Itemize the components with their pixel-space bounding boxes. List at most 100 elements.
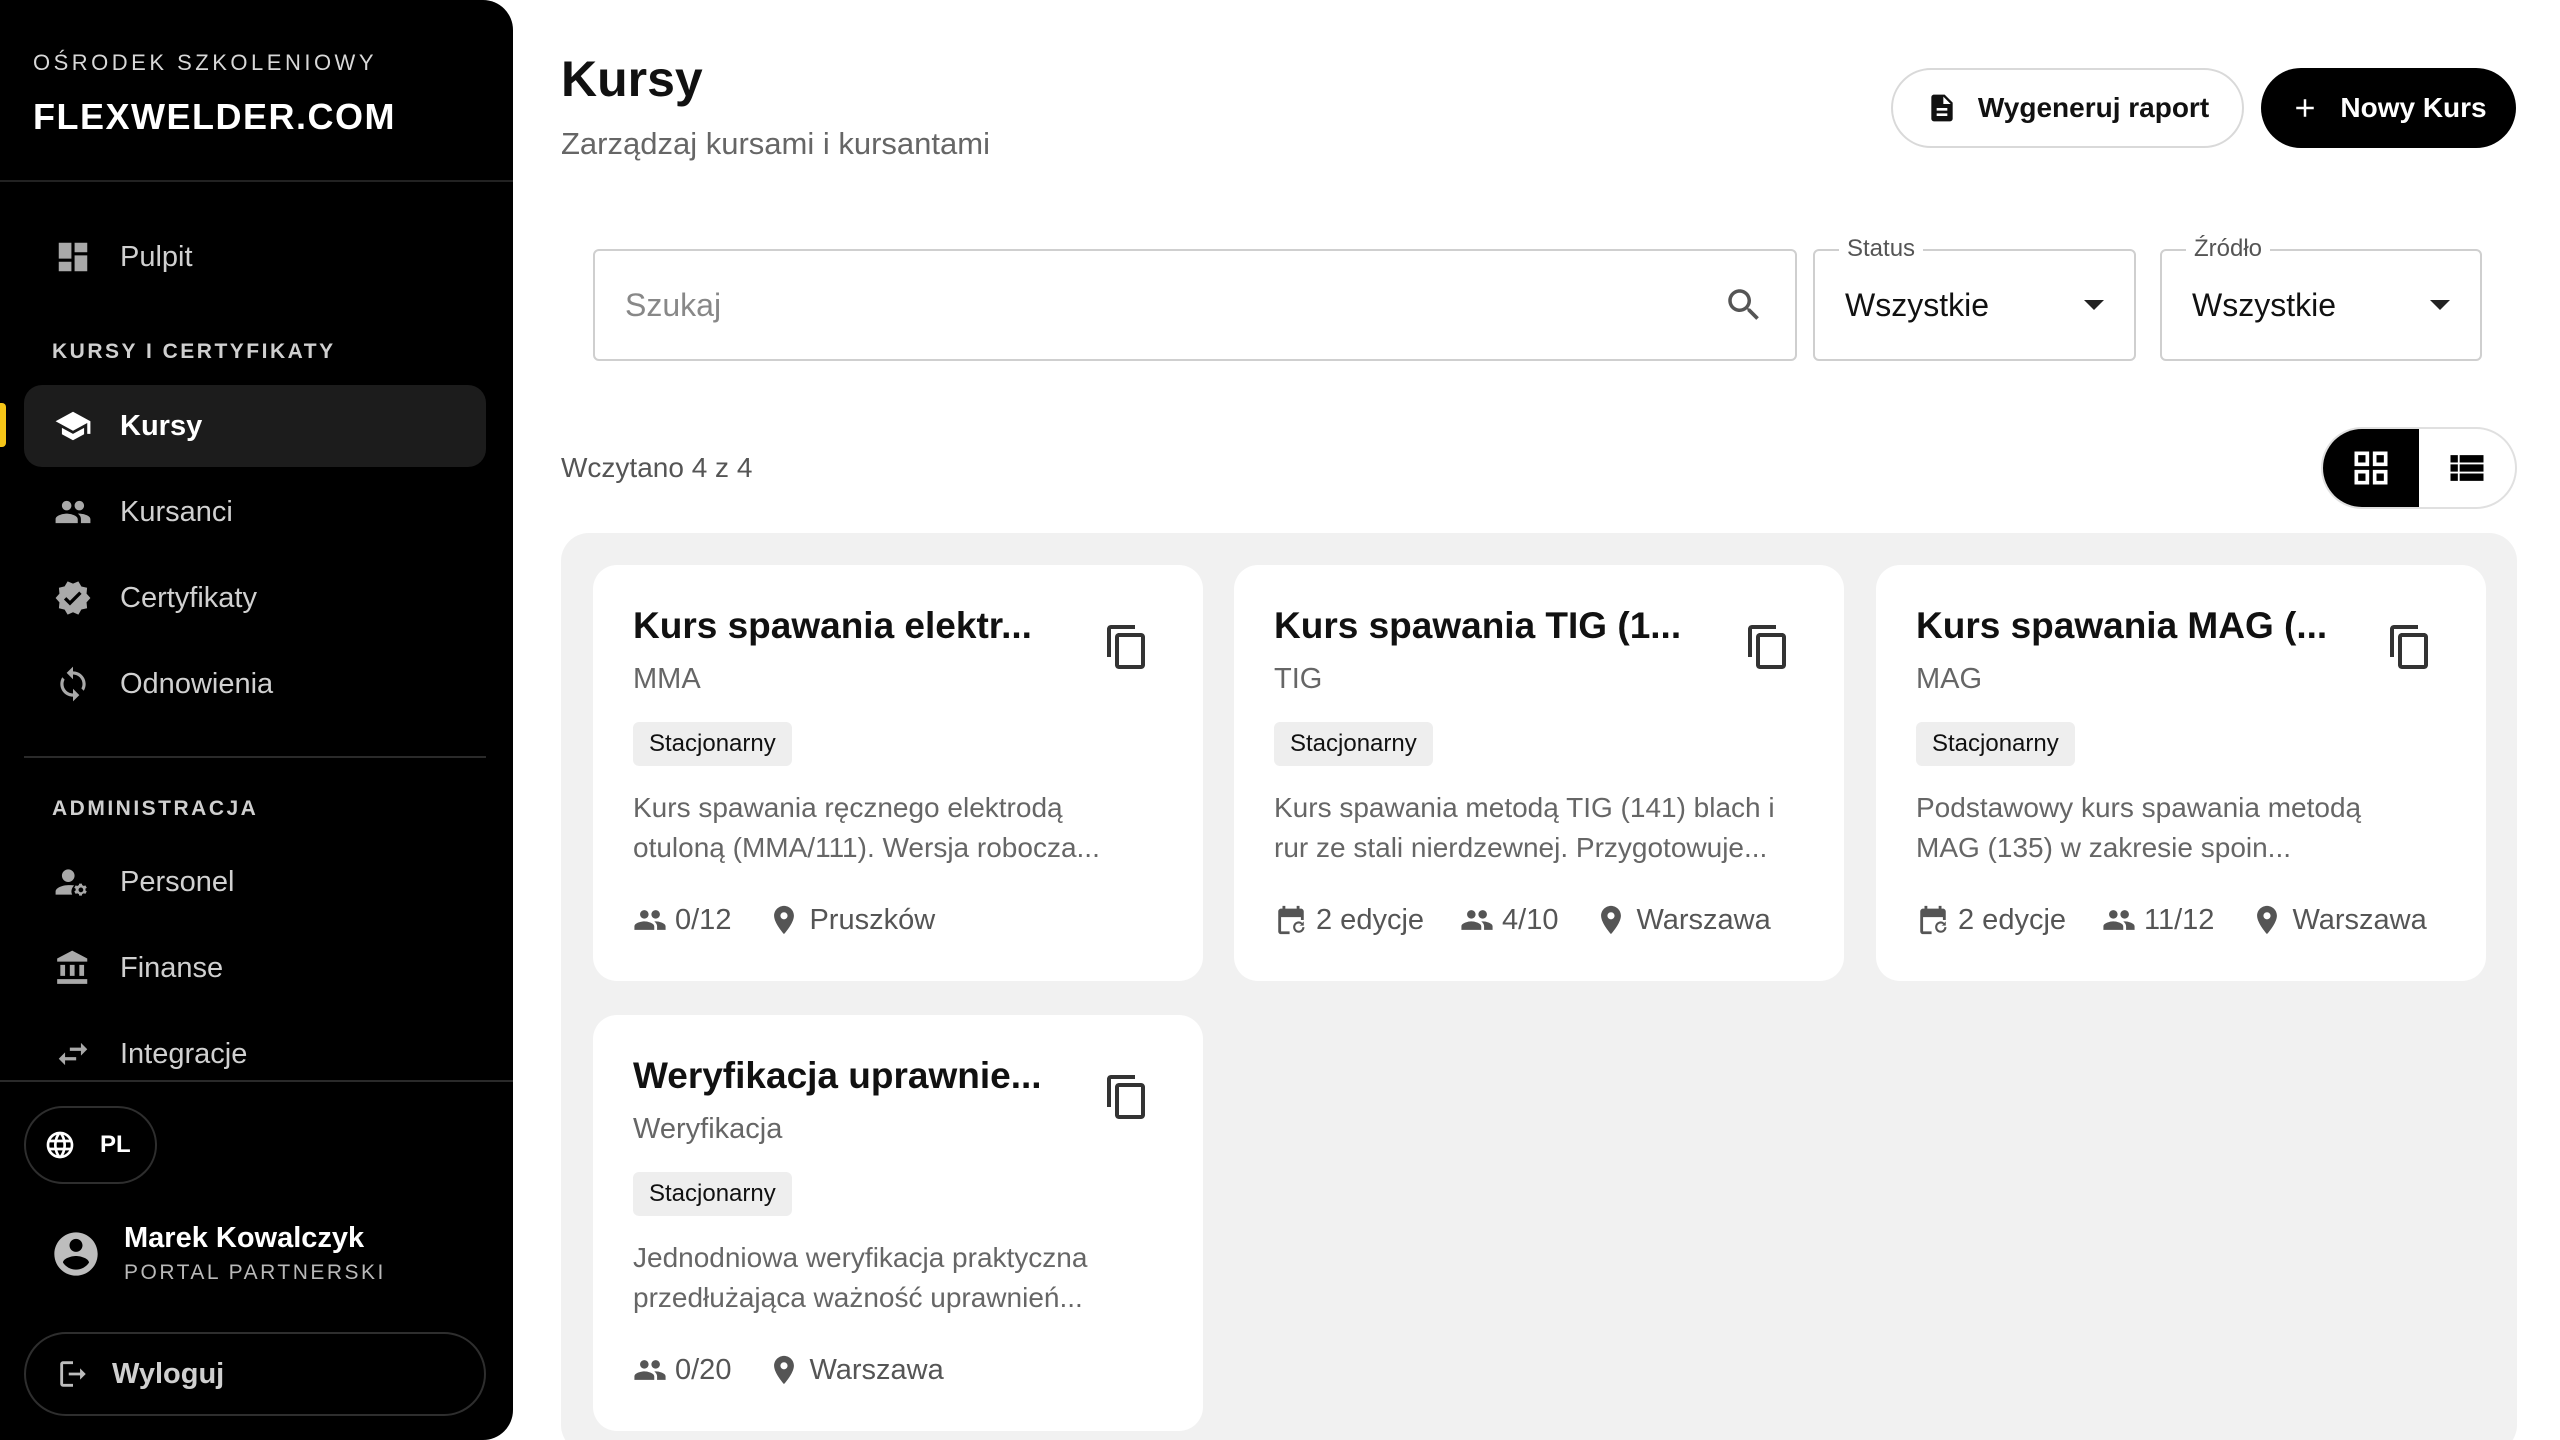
sidebar-item-label: Integracje bbox=[120, 1037, 248, 1070]
mode-badge: Stacjonarny bbox=[633, 1172, 792, 1216]
user-name: Marek Kowalczyk bbox=[124, 1222, 365, 1254]
brand-logo[interactable]: FLEXWELDER.COM bbox=[33, 96, 513, 138]
course-card[interactable]: Kurs spawania MAG (... MAG Stacjonarny P… bbox=[1876, 565, 2486, 981]
sidebar-item-kursanci[interactable]: Kursanci bbox=[24, 471, 486, 553]
list-view-button[interactable] bbox=[2419, 429, 2515, 507]
location-value: Warszawa bbox=[2292, 903, 2427, 936]
user-profile[interactable]: Marek Kowalczyk PORTAL PARTNERSKI bbox=[50, 1222, 386, 1285]
course-type: Weryfikacja bbox=[633, 1113, 783, 1145]
description-line: Kurs spawania metodą TIG (141) blach i bbox=[1274, 792, 1775, 823]
course-meta: 2 edycje 4/10 Warszawa bbox=[1274, 903, 1807, 937]
sidebar-item-label: Kursy bbox=[120, 409, 203, 442]
source-select-value: Wszystkie bbox=[2192, 286, 2336, 323]
status-select-value: Wszystkie bbox=[1845, 286, 1989, 323]
view-toggle bbox=[2321, 427, 2517, 509]
status-select[interactable]: Status Wszystkie bbox=[1813, 235, 2136, 361]
location-value: Pruszków bbox=[809, 903, 936, 936]
copy-icon[interactable] bbox=[1103, 1073, 1151, 1121]
logout-icon bbox=[60, 1361, 86, 1387]
verified-badge-icon bbox=[55, 581, 91, 615]
source-select[interactable]: Źródło Wszystkie bbox=[2160, 235, 2482, 361]
location: Warszawa bbox=[767, 1353, 944, 1387]
course-meta: 0/20 Warszawa bbox=[633, 1353, 980, 1387]
sidebar-item-certyfikaty[interactable]: Certyfikaty bbox=[24, 557, 486, 639]
course-type: MMA bbox=[633, 663, 701, 695]
course-grid: Kurs spawania elektr... MMA Stacjonarny … bbox=[561, 533, 2517, 1440]
description-line: MAG (135) w zakresie spoin... bbox=[1916, 832, 2292, 863]
language-label: PL bbox=[100, 1131, 131, 1158]
course-description: Kurs spawania ręcznego elektrodą otuloną… bbox=[633, 788, 1163, 868]
plus-icon bbox=[2296, 99, 2315, 117]
dashboard-icon bbox=[58, 242, 88, 272]
course-type: MAG bbox=[1916, 663, 1983, 695]
location-value: Warszawa bbox=[809, 1353, 944, 1386]
bank-icon bbox=[57, 950, 88, 984]
mode-badge: Stacjonarny bbox=[1274, 722, 1433, 766]
section-courses-heading: KURSY I CERTYFIKATY bbox=[52, 340, 336, 363]
course-title: Weryfikacja uprawnie... bbox=[633, 1055, 1042, 1096]
source-select-label: Źródło bbox=[2186, 235, 2271, 263]
sidebar-item-label: Personel bbox=[120, 865, 235, 898]
location-pin-icon bbox=[1601, 905, 1622, 935]
user-role: PORTAL PARTNERSKI bbox=[124, 1261, 386, 1284]
new-course-label: Nowy Kurs bbox=[2340, 92, 2487, 123]
people-icon bbox=[2103, 910, 2135, 930]
school-icon bbox=[55, 411, 91, 441]
generate-report-button[interactable]: Wygeneruj raport bbox=[1891, 68, 2244, 148]
course-description: Jednodniowa weryfikacja praktyczna przed… bbox=[633, 1238, 1163, 1318]
sidebar-item-label: Odnowienia bbox=[120, 667, 274, 700]
page-title: Kursy bbox=[561, 51, 703, 107]
copy-icon[interactable] bbox=[1744, 623, 1792, 671]
course-description: Kurs spawania metodą TIG (141) blach i r… bbox=[1274, 788, 1804, 868]
editions-value: 2 edycje bbox=[1958, 903, 2067, 936]
search-icon[interactable] bbox=[1723, 284, 1765, 326]
participants-value: 0/12 bbox=[675, 903, 732, 936]
grid-view-icon bbox=[2354, 451, 2388, 485]
page-subtitle: Zarządzaj kursami i kursantami bbox=[561, 126, 990, 161]
course-card[interactable]: Kurs spawania TIG (1... TIG Stacjonarny … bbox=[1234, 565, 1844, 981]
participants-value: 0/20 bbox=[675, 1353, 732, 1386]
search-input[interactable] bbox=[625, 286, 1723, 324]
document-icon bbox=[1931, 94, 1953, 122]
sidebar-divider bbox=[24, 756, 486, 758]
sidebar-item-finanse[interactable]: Finanse bbox=[24, 927, 486, 1009]
logout-button[interactable]: Wyloguj bbox=[24, 1332, 486, 1416]
copy-icon[interactable] bbox=[2386, 623, 2434, 671]
course-card[interactable]: Kurs spawania elektr... MMA Stacjonarny … bbox=[593, 565, 1203, 981]
editions-count: 2 edycje bbox=[1916, 903, 2066, 937]
location: Warszawa bbox=[2250, 903, 2427, 937]
search-box bbox=[593, 249, 1797, 361]
status-select-label: Status bbox=[1839, 235, 1924, 263]
course-title: Kurs spawania MAG (... bbox=[1916, 605, 2328, 646]
participants-count: 4/10 bbox=[1460, 903, 1558, 937]
location: Pruszków bbox=[767, 903, 935, 937]
copy-icon[interactable] bbox=[1103, 623, 1151, 671]
course-title: Kurs spawania elektr... bbox=[633, 605, 1032, 646]
sidebar-item-personel[interactable]: Personel bbox=[24, 841, 486, 923]
sidebar-item-label: Kursanci bbox=[120, 495, 233, 528]
course-card[interactable]: Weryfikacja uprawnie... Weryfikacja Stac… bbox=[593, 1015, 1203, 1431]
location-pin-icon bbox=[2257, 905, 2278, 935]
location: Warszawa bbox=[1594, 903, 1771, 937]
participants-count: 0/20 bbox=[633, 1353, 731, 1387]
sidebar-item-odnowienia[interactable]: Odnowienia bbox=[24, 643, 486, 725]
swap-arrows-icon bbox=[58, 1042, 88, 1066]
participants-value: 11/12 bbox=[2144, 903, 2215, 936]
sidebar-item-pulpit[interactable]: Pulpit bbox=[24, 216, 486, 298]
globe-icon bbox=[46, 1131, 74, 1159]
participants-value: 4/10 bbox=[1502, 903, 1559, 936]
brand-subtitle: OŚRODEK SZKOLENIOWY bbox=[33, 50, 377, 75]
sidebar-item-integracje[interactable]: Integracje bbox=[24, 1013, 486, 1095]
language-switcher[interactable]: PL bbox=[24, 1106, 157, 1184]
location-pin-icon bbox=[774, 1355, 795, 1385]
sidebar-item-kursy[interactable]: Kursy bbox=[24, 385, 486, 467]
course-title: Kurs spawania TIG (1... bbox=[1274, 605, 1682, 646]
description-line: Jednodniowa weryfikacja praktyczna bbox=[633, 1242, 1088, 1273]
account-circle-icon bbox=[54, 1231, 98, 1276]
chevron-down-icon bbox=[2430, 300, 2450, 310]
chevron-down-icon bbox=[2084, 300, 2104, 310]
new-course-button[interactable]: Nowy Kurs bbox=[2261, 68, 2516, 148]
course-meta: 2 edycje 11/12 Warszawa bbox=[1916, 903, 2463, 937]
course-meta: 0/12 Pruszków bbox=[633, 903, 971, 937]
grid-view-button[interactable] bbox=[2323, 429, 2419, 507]
